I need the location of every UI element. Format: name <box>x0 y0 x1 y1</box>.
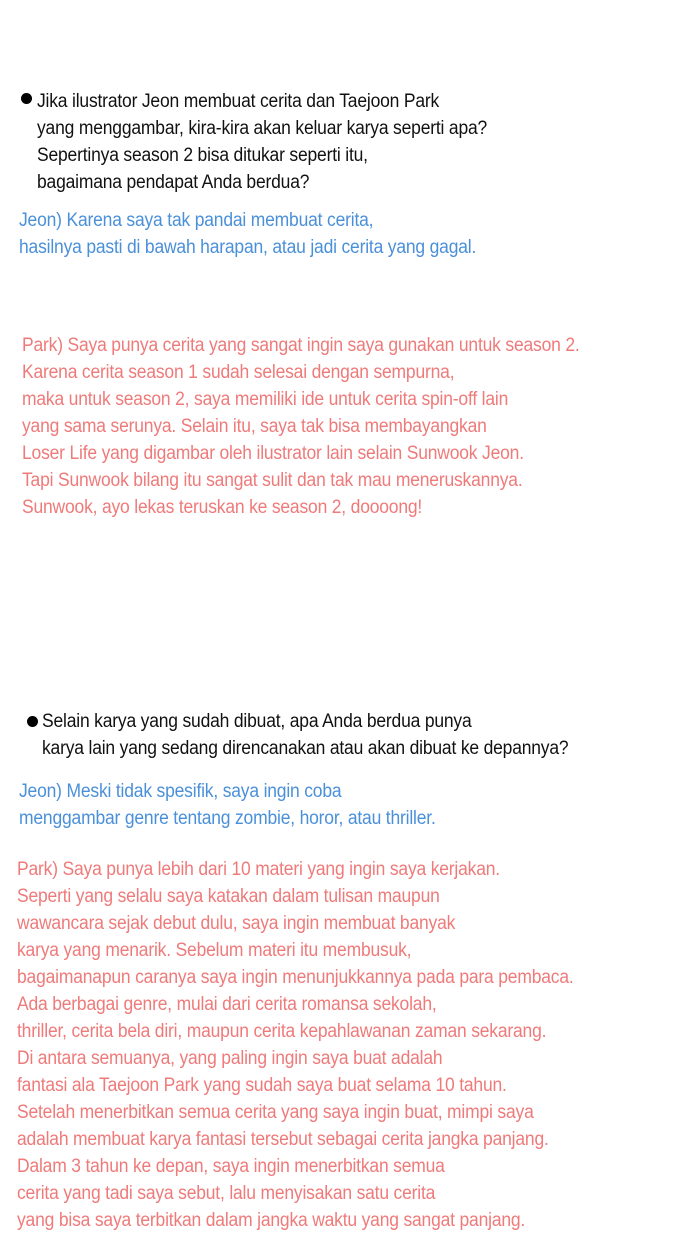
jeon-answer-2-line-2: menggambar genre tentang zombie, horor, … <box>19 808 436 829</box>
park-answer-2-line-14: yang bisa saya terbitkan dalam jangka wa… <box>17 1210 526 1231</box>
park-answer-1-line-3: maka untuk season 2, saya memiliki ide u… <box>22 389 509 410</box>
park-answer-2-line-9: fantasi ala Taejoon Park yang sudah saya… <box>17 1075 507 1096</box>
park-answer-1-line-5: Loser Life yang digambar oleh ilustrator… <box>22 443 524 464</box>
park-answer-2-line-13: cerita yang tadi saya sebut, lalu menyis… <box>17 1183 436 1204</box>
jeon-answer-2-line-1: Jeon) Meski tidak spesifik, saya ingin c… <box>19 781 342 802</box>
park-answer-1-line-1: Park) Saya punya cerita yang sangat ingi… <box>22 335 580 356</box>
park-answer-2-line-3: wawancara sejak debut dulu, saya ingin m… <box>17 913 456 934</box>
park-answer-2-line-8: Di antara semuanya, yang paling ingin sa… <box>17 1048 443 1069</box>
park-answer-2-line-12: Dalam 3 tahun ke depan, saya ingin mener… <box>17 1156 445 1177</box>
park-answer-1-line-6: Tapi Sunwook bilang itu sangat sulit dan… <box>22 470 523 491</box>
park-answer-2-line-2: Seperti yang selalu saya katakan dalam t… <box>17 886 440 907</box>
park-answer-2-line-11: adalah membuat karya fantasi tersebut se… <box>17 1129 549 1150</box>
park-answer-1-line-4: yang sama serunya. Selain itu, saya tak … <box>22 416 487 437</box>
bullet-icon <box>27 716 38 727</box>
park-answer-1: Park) Saya punya cerita yang sangat ingi… <box>0 332 690 521</box>
park-answer-2-line-4: karya yang menarik. Sebelum materi itu m… <box>17 940 412 961</box>
question-1-line-4: bagaimana pendapat Anda berdua? <box>37 172 310 193</box>
jeon-answer-1: Jeon) Karena saya tak pandai membuat cer… <box>0 207 690 261</box>
park-answer-2-line-1: Park) Saya punya lebih dari 10 materi ya… <box>17 859 500 880</box>
park-answer-2-line-10: Setelah menerbitkan semua cerita yang sa… <box>17 1102 534 1123</box>
question-1-line-3: Sepertinya season 2 bisa ditukar seperti… <box>37 145 368 166</box>
question-1-line-1: Jika ilustrator Jeon membuat cerita dan … <box>37 91 440 112</box>
jeon-answer-1-line-2: hasilnya pasti di bawah harapan, atau ja… <box>19 237 477 258</box>
jeon-answer-1-line-1: Jeon) Karena saya tak pandai membuat cer… <box>19 210 374 231</box>
park-answer-1-line-7: Sunwook, ayo lekas teruskan ke season 2,… <box>22 497 423 518</box>
question-2-line-2: karya lain yang sedang direncanakan atau… <box>42 738 569 759</box>
question-1-line-2: yang menggambar, kira-kira akan keluar k… <box>37 118 488 139</box>
park-answer-2-line-6: Ada berbagai genre, mulai dari cerita ro… <box>17 994 437 1015</box>
jeon-answer-2: Jeon) Meski tidak spesifik, saya ingin c… <box>0 778 690 832</box>
park-answer-2-line-5: bagaimanapun caranya saya ingin menunjuk… <box>17 967 574 988</box>
question-1: Jika ilustrator Jeon membuat cerita dan … <box>0 88 690 196</box>
park-answer-2: Park) Saya punya lebih dari 10 materi ya… <box>0 856 690 1234</box>
bullet-icon <box>21 93 32 104</box>
question-2-line-1: Selain karya yang sudah dibuat, apa Anda… <box>42 711 472 732</box>
question-2: Selain karya yang sudah dibuat, apa Anda… <box>0 708 690 762</box>
park-answer-1-line-2: Karena cerita season 1 sudah selesai den… <box>22 362 455 383</box>
park-answer-2-line-7: thriller, cerita bela diri, maupun cerit… <box>17 1021 547 1042</box>
